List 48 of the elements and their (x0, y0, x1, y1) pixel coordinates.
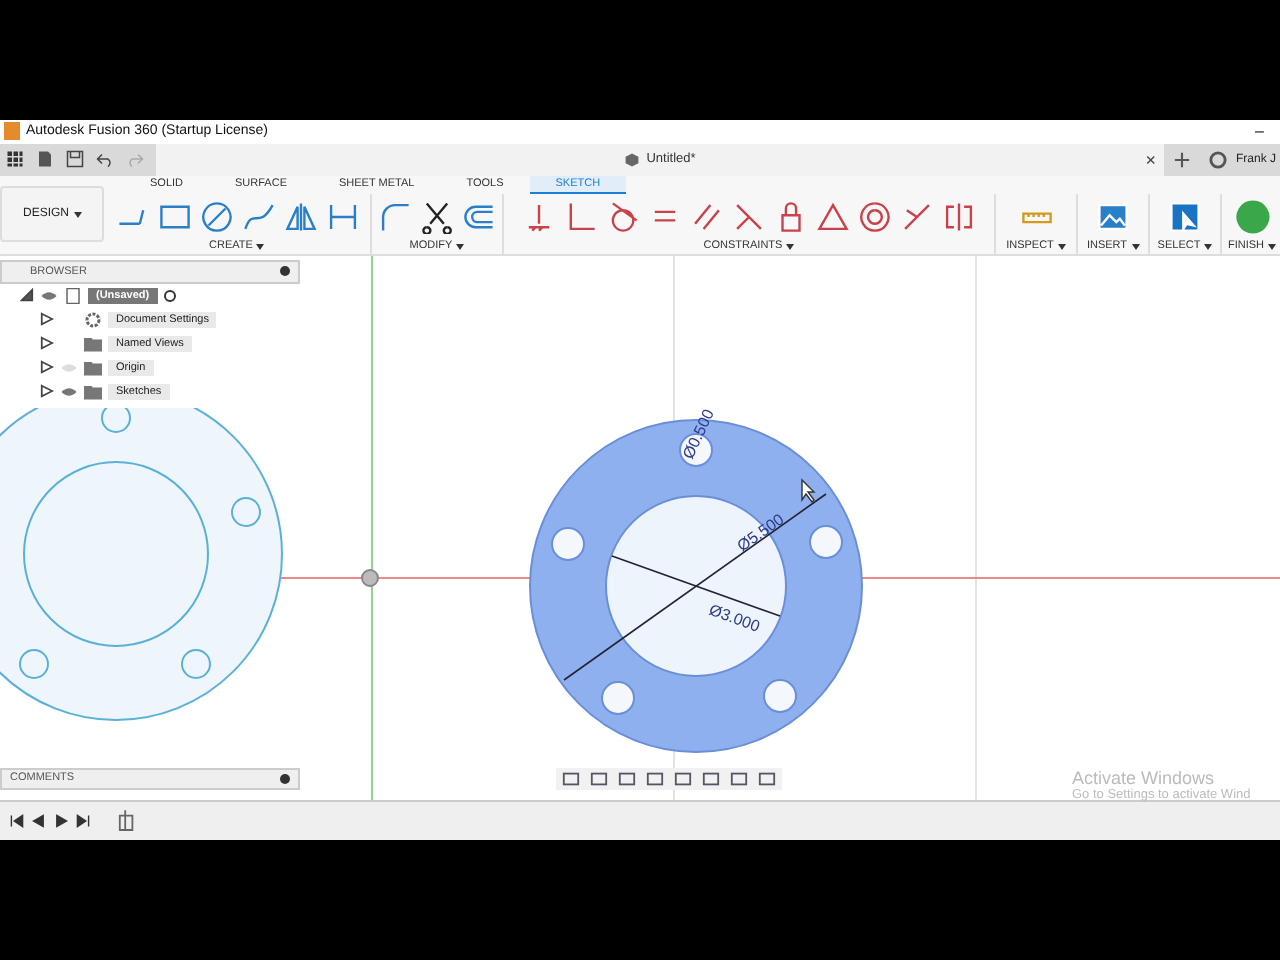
cube-icon (624, 151, 641, 168)
caret-icon (1131, 243, 1140, 250)
visibility-eye-icon[interactable] (40, 289, 58, 302)
mouse-cursor-icon (801, 477, 816, 503)
caret-icon (256, 243, 265, 250)
caret-icon (1057, 243, 1066, 250)
visibility-eye-icon[interactable] (60, 385, 78, 398)
file-icon[interactable] (36, 150, 54, 169)
gear-icon (84, 311, 102, 328)
image-icon[interactable] (1096, 199, 1130, 234)
new-tab-icon[interactable] (1171, 149, 1192, 170)
panel-options-icon[interactable] (280, 266, 290, 277)
activate-radio-icon[interactable] (163, 289, 176, 302)
caret-icon (1204, 243, 1213, 250)
fillet-icon[interactable] (378, 199, 412, 234)
spline-icon[interactable] (241, 199, 275, 234)
caret-icon (456, 243, 465, 250)
parallel-icon[interactable] (690, 199, 724, 234)
go-to-end-icon[interactable] (76, 813, 90, 828)
scissors-icon[interactable] (420, 199, 454, 234)
caret-icon (73, 211, 81, 218)
collapse-icon[interactable] (20, 288, 34, 303)
grid-menu-icon[interactable] (6, 150, 24, 169)
add-comment-icon[interactable] (280, 773, 290, 784)
timeline-marker-icon[interactable] (118, 809, 136, 832)
activation-title: Activate Windows (1072, 767, 1217, 788)
dimension-label[interactable]: Ø3.000 (706, 599, 763, 635)
play-icon[interactable] (54, 813, 68, 828)
triangle-icon[interactable] (816, 199, 850, 234)
app-logo-icon (4, 122, 20, 141)
caret-icon (786, 243, 795, 250)
concentric-icon[interactable] (858, 199, 892, 234)
symmetry-icon[interactable] (942, 199, 976, 234)
collinear-icon[interactable] (732, 199, 766, 234)
undo-icon[interactable] (96, 150, 114, 169)
go-to-start-icon[interactable] (10, 813, 24, 828)
caret-icon (1268, 243, 1277, 250)
mirror-icon[interactable] (283, 199, 317, 234)
selection-icon[interactable] (1168, 199, 1202, 234)
step-back-icon[interactable] (32, 813, 46, 828)
midpoint-icon[interactable] (900, 199, 934, 234)
close-tab-button[interactable]: × (1145, 149, 1156, 170)
save-icon[interactable] (66, 150, 84, 169)
dimension-icon[interactable] (325, 199, 359, 234)
minimize-button[interactable]: – (1243, 121, 1276, 142)
tangent-icon[interactable] (606, 199, 640, 234)
perpendicular-icon[interactable] (564, 199, 598, 234)
origin-point[interactable] (361, 568, 379, 587)
